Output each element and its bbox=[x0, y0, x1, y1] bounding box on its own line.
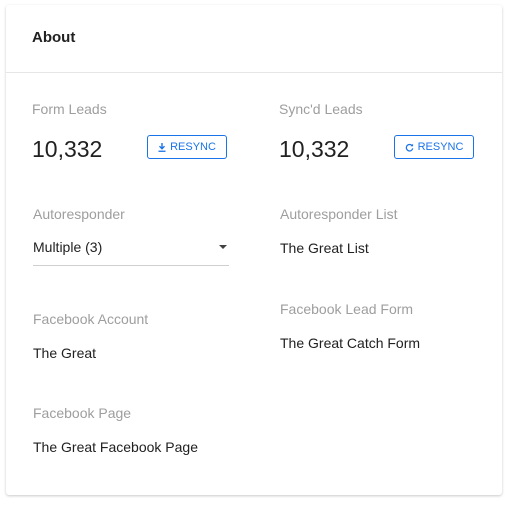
syncd-leads-resync-button[interactable]: RESYNC bbox=[394, 135, 474, 159]
form-leads-value: 10,332 bbox=[32, 136, 103, 162]
download-icon bbox=[158, 142, 166, 152]
facebook-account-label: Facebook Account bbox=[33, 311, 149, 327]
autoresponder-selected-value: Multiple (3) bbox=[33, 239, 103, 255]
facebook-page-label: Facebook Page bbox=[33, 405, 132, 421]
facebook-lead-form-value: The Great Catch Form bbox=[280, 335, 421, 351]
syncd-leads-value: 10,332 bbox=[279, 136, 350, 162]
chevron-down-icon bbox=[219, 245, 227, 249]
syncd-leads-label: Sync'd Leads bbox=[279, 101, 363, 117]
autoresponder-list-label: Autoresponder List bbox=[280, 206, 398, 222]
form-leads-resync-label: RESYNC bbox=[170, 141, 216, 153]
form-leads-label: Form Leads bbox=[32, 101, 107, 117]
about-card: About Form Leads 10,332 RESYNC Sync'd Le… bbox=[6, 5, 502, 495]
autoresponder-label: Autoresponder bbox=[33, 206, 125, 222]
refresh-icon bbox=[405, 143, 414, 152]
facebook-lead-form-label: Facebook Lead Form bbox=[280, 301, 414, 317]
form-leads-resync-button[interactable]: RESYNC bbox=[147, 135, 227, 159]
facebook-account-value: The Great bbox=[33, 345, 97, 361]
card-title: About bbox=[32, 29, 76, 46]
syncd-leads-resync-label: RESYNC bbox=[417, 141, 464, 153]
autoresponder-list-value: The Great List bbox=[280, 240, 369, 256]
card-header: About bbox=[6, 5, 502, 73]
autoresponder-select[interactable]: Multiple (3) bbox=[33, 234, 229, 266]
facebook-page-value: The Great Facebook Page bbox=[33, 439, 198, 455]
